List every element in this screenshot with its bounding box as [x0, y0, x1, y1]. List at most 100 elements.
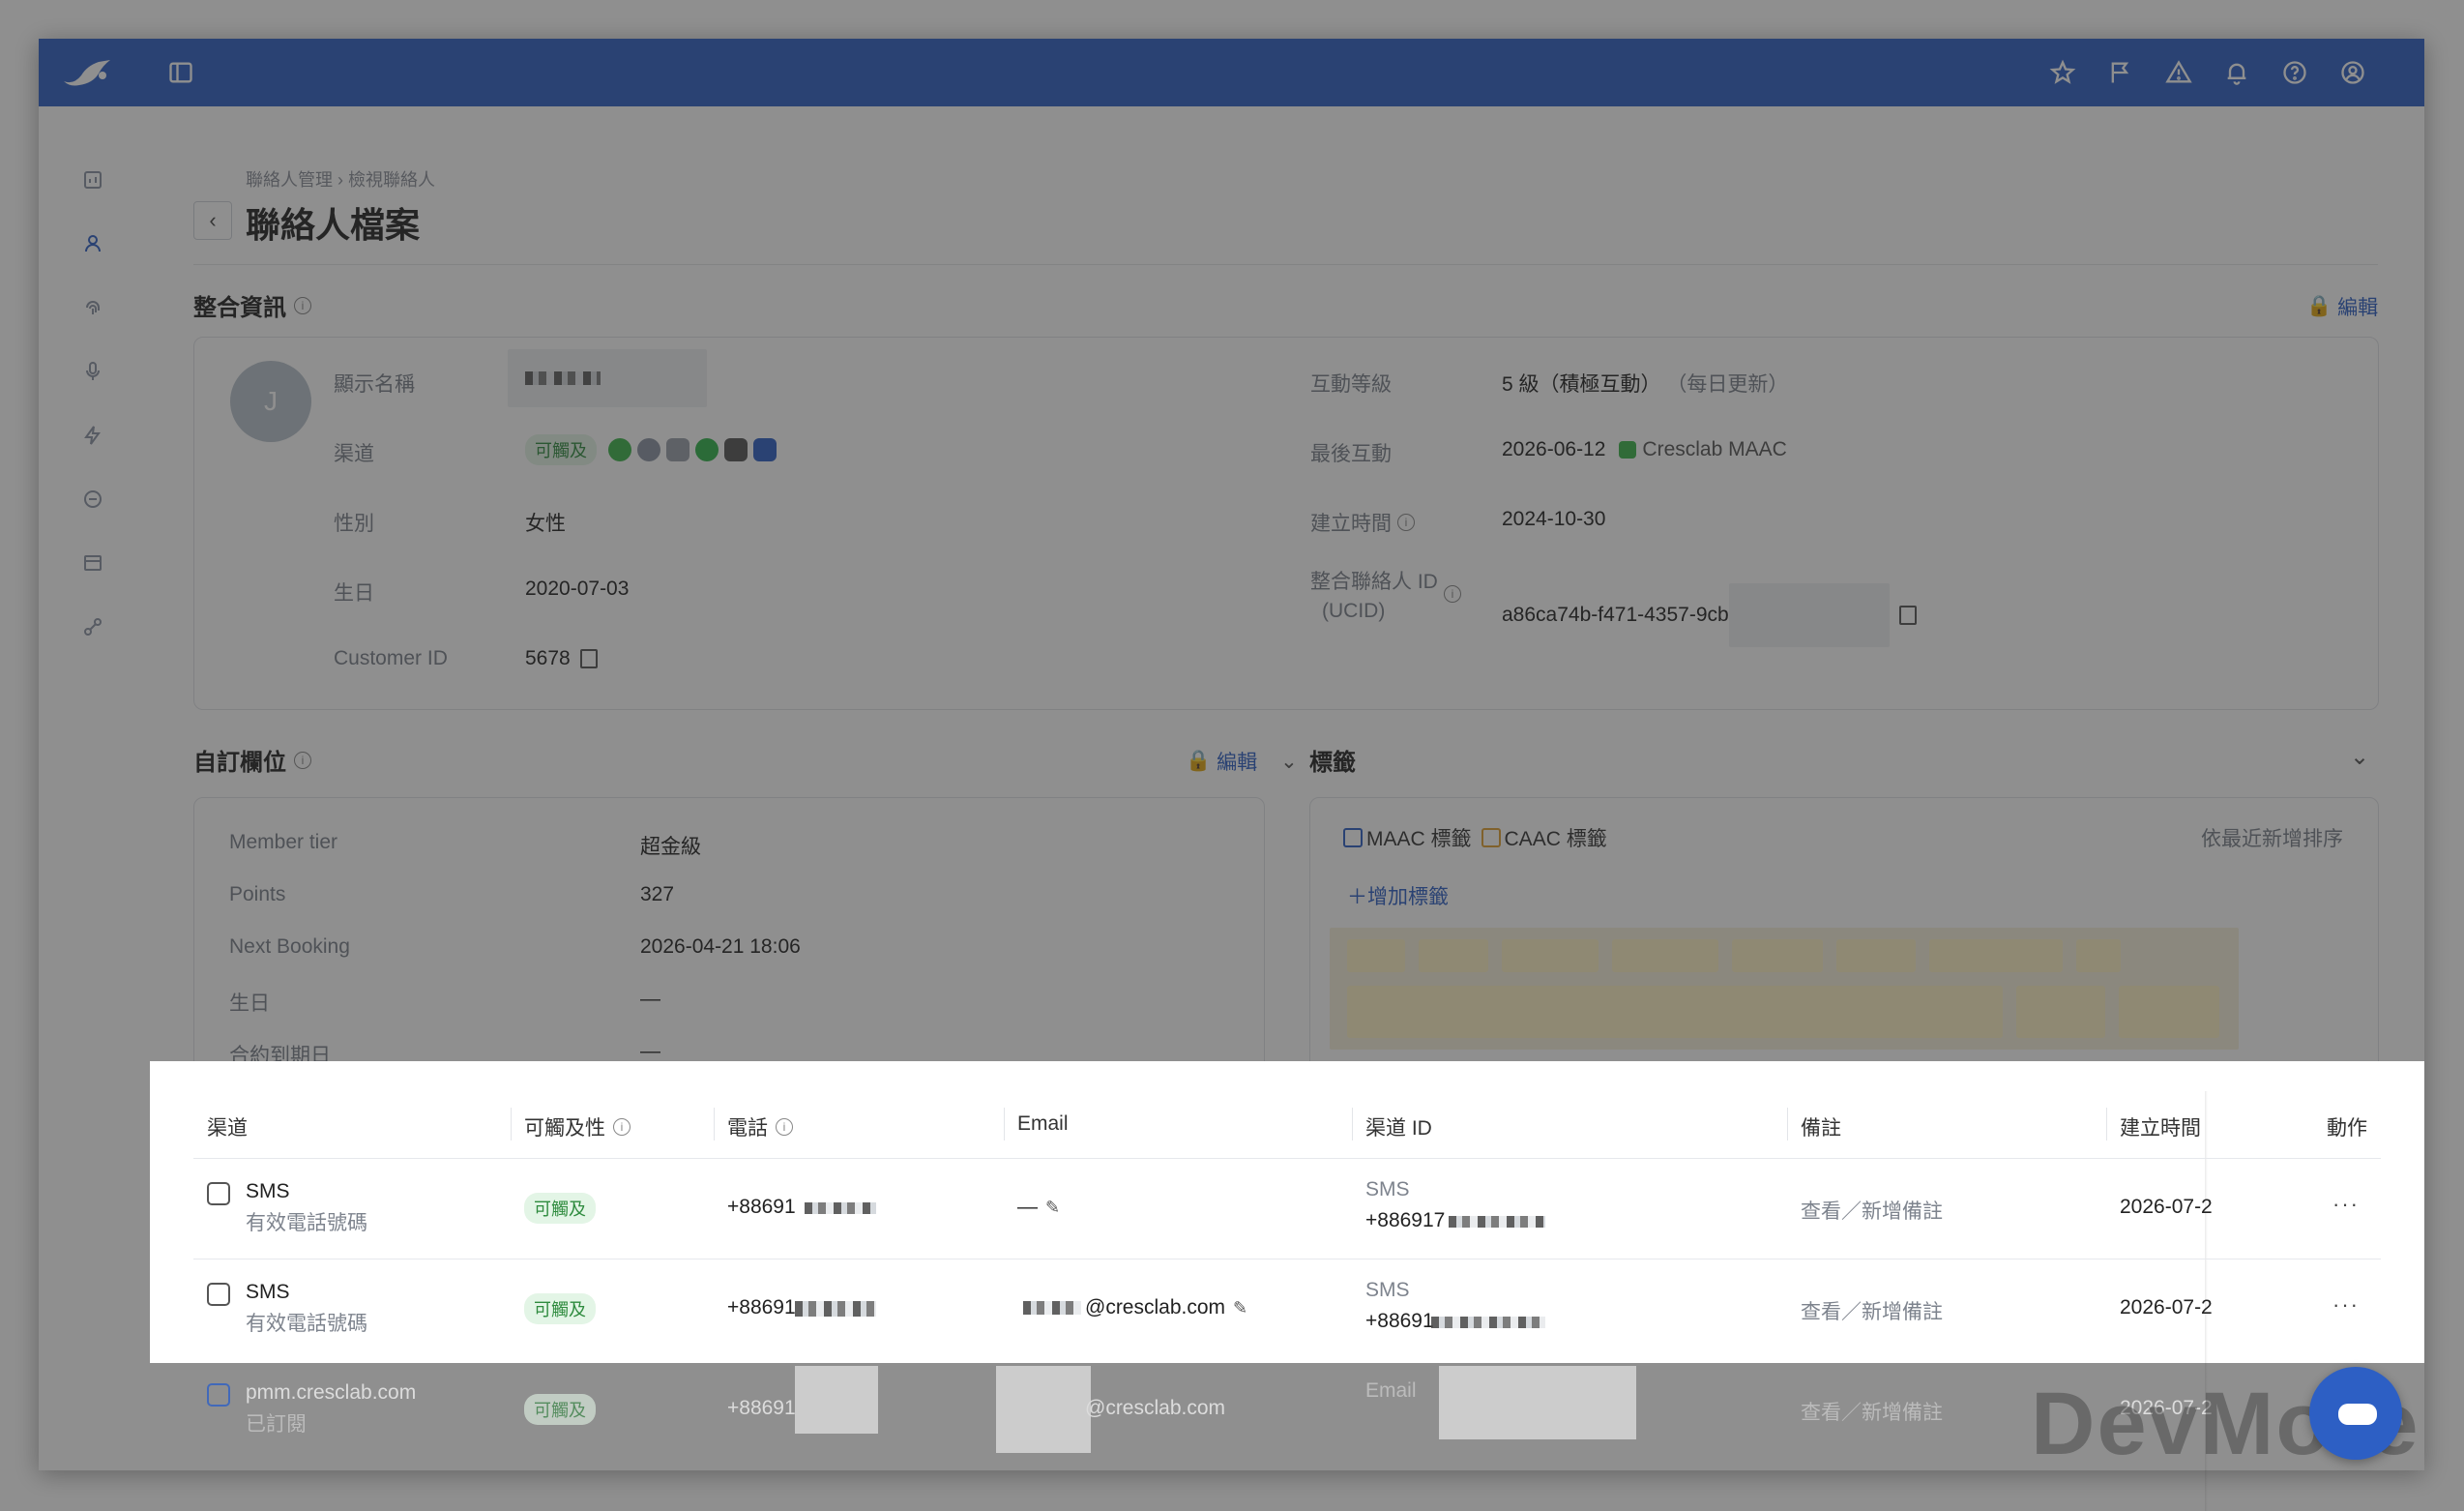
- info-icon[interactable]: i: [1397, 514, 1415, 531]
- reachable-badge-label: 可觸及: [524, 1394, 596, 1425]
- caac-checkbox[interactable]: [1481, 828, 1501, 847]
- caac-tag-label: CAAC 標籤: [1504, 828, 1607, 850]
- tag-chip[interactable]: [1347, 939, 1405, 972]
- channel-table-highlight: [150, 1061, 2424, 1363]
- top-bar: [39, 39, 2424, 106]
- contacts-icon[interactable]: [75, 226, 110, 261]
- chat-icon[interactable]: [75, 482, 110, 517]
- tag-chip[interactable]: [1347, 986, 2003, 1038]
- reachable-badge-label: 可觸及: [524, 1193, 596, 1224]
- custom-fields-edit-link[interactable]: 🔒 編輯 ⌄: [1186, 747, 1298, 776]
- tag-chip[interactable]: [2016, 986, 2105, 1038]
- channel-id-redacted: [1439, 1366, 1636, 1439]
- integration-icon[interactable]: [75, 609, 110, 644]
- phone-redacted: [795, 1366, 878, 1434]
- sms-icon: [207, 1283, 230, 1306]
- tag-chip[interactable]: [2076, 939, 2121, 972]
- star-icon[interactable]: [2046, 56, 2079, 89]
- tag-chip[interactable]: [1612, 939, 1718, 972]
- gender-label: 性別: [334, 513, 374, 535]
- warning-icon[interactable]: [2162, 56, 2195, 89]
- fingerprint-icon[interactable]: [75, 290, 110, 325]
- ucid-value: a86ca74b-f471-4357-9cb: [1502, 604, 1729, 626]
- flag-icon[interactable]: [2104, 56, 2137, 89]
- phone-value: +88691: [727, 1196, 796, 1218]
- lock-icon: 🔒: [1186, 750, 1212, 772]
- account-icon[interactable]: [2336, 56, 2369, 89]
- integrated-info-title: 整合資訊 i: [193, 288, 311, 322]
- tag-sort-label[interactable]: 依最近新增排序: [2201, 823, 2343, 852]
- custom-field-label: Member tier: [229, 831, 338, 853]
- note-link[interactable]: 查看／新增備註: [1801, 1196, 1943, 1225]
- channel-id-value: +886917: [1365, 1209, 1446, 1231]
- col-header-created: 建立時間: [2120, 1117, 2201, 1140]
- tag-chip[interactable]: [1502, 939, 1599, 972]
- maac-tag-label: MAAC 標籤: [1366, 828, 1472, 850]
- customer-id-row: 5678: [525, 647, 598, 670]
- table-row-channel-sub: 已訂閱: [246, 1413, 307, 1436]
- messenger-icon: [637, 438, 660, 461]
- crescendo-logo-icon[interactable]: [60, 52, 114, 91]
- engagement-value: 5 級（積極互動）: [1502, 373, 1661, 396]
- line-icon: [608, 438, 631, 461]
- note-link[interactable]: 查看／新增備註: [1801, 1296, 1943, 1325]
- channel-id-redacted: [1449, 1216, 1545, 1228]
- whatsapp-icon: [695, 438, 719, 461]
- broadcast-icon[interactable]: [75, 354, 110, 389]
- phone-value: +88691: [727, 1296, 796, 1318]
- display-name-label: 顯示名稱: [334, 373, 415, 396]
- customer-id-value: 5678: [525, 647, 571, 669]
- copy-icon[interactable]: [579, 649, 598, 669]
- automation-icon[interactable]: [75, 418, 110, 453]
- info-icon[interactable]: i: [1444, 585, 1461, 603]
- add-tag-label: 增加標籤: [1367, 886, 1449, 908]
- breadcrumb-separator: ›: [337, 170, 344, 190]
- ucid-label-line1: 整合聯絡人 ID: [1310, 571, 1438, 593]
- chat-support-button[interactable]: [2309, 1367, 2402, 1460]
- engagement-note: （每日更新）: [1666, 373, 1789, 396]
- info-icon[interactable]: i: [294, 296, 311, 314]
- channel-id-type: SMS: [1365, 1279, 1410, 1301]
- help-icon[interactable]: [2278, 56, 2311, 89]
- ucid-redacted: [1728, 583, 1890, 647]
- custom-fields-label: 自訂欄位: [193, 750, 286, 776]
- dashboard-icon[interactable]: [75, 163, 110, 197]
- sidebar-toggle-icon[interactable]: [164, 56, 197, 89]
- breadcrumb-view-contact: 檢視聯絡人: [348, 170, 436, 190]
- more-actions-icon[interactable]: ···: [2332, 1192, 2360, 1217]
- last-interaction-source: Cresclab MAAC: [1642, 438, 1787, 460]
- reachable-badge: 可觸及: [524, 1394, 596, 1425]
- note-link[interactable]: 查看／新增備註: [1801, 1397, 1943, 1426]
- pencil-icon[interactable]: ✎: [1045, 1198, 1060, 1218]
- tag-chip[interactable]: [1419, 939, 1488, 972]
- integrated-edit-link[interactable]: 🔒 編輯: [2306, 292, 2378, 321]
- channel-id-value: +88691: [1365, 1310, 1434, 1332]
- info-icon[interactable]: i: [613, 1118, 631, 1136]
- back-button[interactable]: ‹: [193, 201, 232, 240]
- info-icon[interactable]: i: [776, 1118, 793, 1136]
- more-actions-icon[interactable]: ···: [2332, 1292, 2360, 1318]
- breadcrumb-contacts[interactable]: 聯絡人管理: [246, 170, 333, 190]
- title-divider: [193, 264, 2378, 265]
- notification-bell-icon[interactable]: [2220, 56, 2253, 89]
- email-icon: [207, 1383, 230, 1407]
- sidebar: [39, 106, 148, 1470]
- instagram-icon: [666, 438, 689, 461]
- channel-id-type: SMS: [1365, 1178, 1410, 1200]
- pencil-icon[interactable]: ✎: [1233, 1298, 1247, 1318]
- custom-fields-edit-label: 編輯: [1217, 752, 1258, 774]
- chat-bubble-icon: [2338, 1404, 2377, 1425]
- copy-icon[interactable]: [1898, 606, 1917, 625]
- tag-chip[interactable]: [2119, 986, 2219, 1038]
- chevron-down-icon[interactable]: ⌄: [1280, 750, 1298, 774]
- tag-chip[interactable]: [1836, 939, 1916, 972]
- ucid-label-line2: (UCID): [1322, 600, 1386, 622]
- reachable-badge: 可觸及: [524, 1293, 596, 1324]
- add-tag-button[interactable]: ＋增加標籤: [1347, 881, 1449, 910]
- info-icon[interactable]: i: [294, 751, 311, 769]
- tag-chip[interactable]: [1732, 939, 1823, 972]
- maac-checkbox[interactable]: [1343, 828, 1363, 847]
- tag-chip[interactable]: [1929, 939, 2063, 972]
- store-icon[interactable]: [75, 546, 110, 580]
- chevron-down-icon[interactable]: ⌄: [2350, 743, 2369, 771]
